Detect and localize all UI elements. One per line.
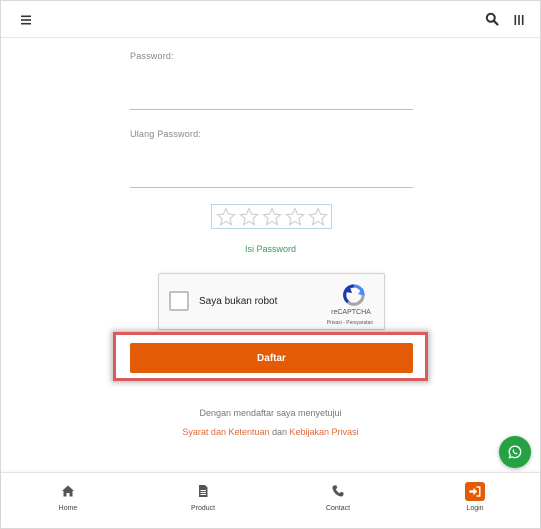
password-field[interactable] [130, 84, 413, 108]
nav-item-login[interactable]: Login [430, 473, 520, 527]
terms-links: Syarat dan Ketentuan dan Kebijakan Priva… [0, 427, 541, 437]
recaptcha-widget: Saya bukan robot reCAPTCHA Privasi - Per… [158, 273, 385, 330]
password-strength-meter [211, 204, 332, 229]
password-strength-text: Isi Password [244, 244, 297, 254]
password-underline [130, 109, 413, 110]
nav-label-product: Product [190, 505, 216, 512]
recaptcha-checkbox[interactable] [169, 291, 189, 311]
terms-intro-text: Dengan mendaftar saya menyetujui [199, 408, 342, 418]
phone-icon [331, 484, 345, 498]
recaptcha-terms-link[interactable]: Persyaratan [346, 320, 373, 326]
star-outline-icon [238, 206, 259, 226]
page-frame [0, 0, 541, 529]
home-icon [61, 484, 75, 498]
sign-in-icon [465, 482, 485, 501]
whatsapp-icon [508, 445, 522, 459]
recaptcha-logo-icon [342, 283, 366, 307]
bottom-navigation: Home Product Contact Login [1, 472, 540, 526]
star-outline-icon [261, 206, 282, 226]
nav-item-contact[interactable]: Contact [293, 473, 383, 527]
star-outline-icon [307, 206, 328, 226]
recaptcha-links: Privasi - Persyaratan [315, 320, 385, 326]
nav-item-product[interactable]: Product [158, 473, 248, 527]
terms-conditions-link[interactable]: Syarat dan Ketentuan [182, 427, 269, 437]
top-bar [1, 1, 540, 38]
nav-label-home: Home [58, 505, 78, 512]
privacy-policy-link[interactable]: Kebijakan Privasi [290, 427, 359, 437]
recaptcha-brand: reCAPTCHA [331, 309, 371, 316]
star-outline-icon [284, 206, 305, 226]
confirm-password-underline [130, 187, 413, 188]
nav-label-login: Login [466, 505, 484, 512]
star-outline-icon [215, 206, 236, 226]
password-label: Password: [130, 51, 174, 61]
whatsapp-button[interactable] [499, 436, 531, 468]
confirm-password-field[interactable] [130, 163, 413, 187]
search-icon[interactable] [485, 12, 499, 26]
vertical-bars-icon[interactable] [513, 13, 525, 25]
nav-item-home[interactable]: Home [23, 473, 113, 527]
nav-label-contact: Contact [325, 505, 351, 512]
terms-conjunction: dan [269, 427, 290, 437]
recaptcha-privacy-link[interactable]: Privasi [327, 320, 342, 326]
hamburger-icon[interactable] [20, 13, 32, 25]
confirm-password-label: Ulang Password: [130, 129, 202, 139]
register-button[interactable]: Daftar [130, 343, 413, 373]
recaptcha-label: Saya bukan robot [199, 296, 278, 307]
document-icon [196, 484, 210, 498]
